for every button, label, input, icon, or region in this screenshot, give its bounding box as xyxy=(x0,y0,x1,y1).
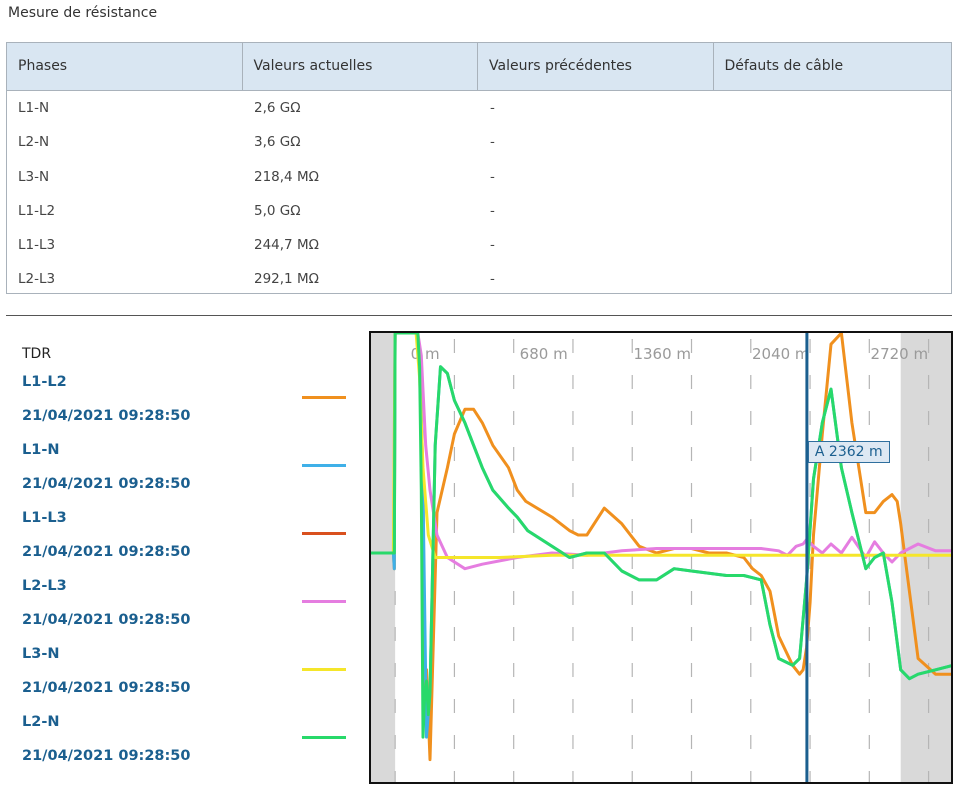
tdr-title: TDR xyxy=(22,346,52,362)
cell-phase: L2-N xyxy=(18,134,50,151)
table-row[interactable]: L1-N 2,6 GΩ - xyxy=(7,91,951,125)
cell-current-value: 2,6 GΩ xyxy=(254,100,301,116)
legend-item[interactable]: L1-L3 21/04/2021 09:28:50 xyxy=(22,510,352,578)
x-tick-label: 0 m xyxy=(411,345,440,363)
header-phases[interactable]: Phases xyxy=(7,43,243,90)
cell-cable-faults xyxy=(715,91,951,125)
table-row[interactable]: L1-L2 5,0 GΩ - xyxy=(7,194,951,228)
cell-previous-value: - xyxy=(490,202,495,219)
cell-current-value: 244,7 MΩ xyxy=(254,237,319,254)
cell-cable-faults xyxy=(715,125,951,159)
legend-series-name: L2-N xyxy=(22,714,60,730)
legend-color-swatch xyxy=(302,736,346,739)
cell-phase: L2-L3 xyxy=(18,271,56,288)
table-row[interactable]: L3-N 218,4 MΩ - xyxy=(7,160,951,194)
x-tick-label: 2040 m xyxy=(752,345,810,363)
legend-item[interactable]: L2-N 21/04/2021 09:28:50 xyxy=(22,714,352,782)
cell-current-value: 5,0 GΩ xyxy=(254,202,301,219)
legend-series-date: 21/04/2021 09:28:50 xyxy=(22,680,191,696)
legend-series-name: L3-N xyxy=(22,646,60,662)
cell-cable-faults xyxy=(715,228,951,262)
legend-series-name: L1-N xyxy=(22,442,60,458)
shaded-region xyxy=(900,331,953,784)
divider xyxy=(6,315,952,316)
legend-color-swatch xyxy=(302,396,346,399)
shaded-region xyxy=(369,331,396,784)
tdr-chart-svg[interactable]: 0 m 680 m 1360 m 2040 m 2720 m xyxy=(369,331,953,784)
cell-current-value: 3,6 GΩ xyxy=(254,134,301,151)
cell-previous-value: - xyxy=(490,100,495,116)
table-header: Phases Valeurs actuelles Valeurs précéde… xyxy=(7,43,951,91)
legend-series-name: L1-L3 xyxy=(22,510,67,526)
legend-item[interactable]: L3-N 21/04/2021 09:28:50 xyxy=(22,646,352,714)
cell-cable-faults xyxy=(715,194,951,228)
x-tick-label: 680 m xyxy=(520,345,568,363)
x-tick-label: 2720 m xyxy=(871,345,929,363)
legend-series-date: 21/04/2021 09:28:50 xyxy=(22,476,191,492)
cell-previous-value: - xyxy=(490,237,495,254)
legend-color-swatch xyxy=(302,532,346,535)
header-current-values[interactable]: Valeurs actuelles xyxy=(243,43,478,90)
legend-color-swatch xyxy=(302,464,346,467)
legend-series-date: 21/04/2021 09:28:50 xyxy=(22,408,191,424)
cell-phase: L1-L2 xyxy=(18,202,56,219)
legend-item[interactable]: L2-L3 21/04/2021 09:28:50 xyxy=(22,578,352,646)
cell-previous-value: - xyxy=(490,134,495,151)
legend-color-swatch xyxy=(302,600,346,603)
table-row[interactable]: L2-L3 292,1 MΩ - xyxy=(7,262,951,296)
legend-series-date: 21/04/2021 09:28:50 xyxy=(22,612,191,628)
cursor-label[interactable]: A 2362 m xyxy=(807,441,890,463)
cell-phase: L1-N xyxy=(18,100,50,116)
tdr-legend: TDR L1-L2 21/04/2021 09:28:50 L1-N 21/04… xyxy=(0,330,365,790)
resistance-table: Phases Valeurs actuelles Valeurs précéde… xyxy=(6,42,952,294)
legend-series-date: 21/04/2021 09:28:50 xyxy=(22,544,191,560)
cell-cable-faults xyxy=(715,262,951,296)
header-cable-faults[interactable]: Défauts de câble xyxy=(714,43,952,90)
legend-item[interactable]: L1-N 21/04/2021 09:28:50 xyxy=(22,442,352,510)
table-row[interactable]: L2-N 3,6 GΩ - xyxy=(7,125,951,159)
legend-color-swatch xyxy=(302,668,346,671)
section-title: Mesure de résistance xyxy=(8,5,158,21)
legend-series-name: L1-L2 xyxy=(22,374,67,390)
cell-cable-faults xyxy=(715,160,951,194)
table-row[interactable]: L1-L3 244,7 MΩ - xyxy=(7,228,951,262)
cell-previous-value: - xyxy=(490,168,495,185)
cell-current-value: 292,1 MΩ xyxy=(254,271,319,288)
tdr-chart[interactable]: 0 m 680 m 1360 m 2040 m 2720 m A 2362 m xyxy=(369,331,953,784)
legend-series-name: L2-L3 xyxy=(22,578,67,594)
header-previous-values[interactable]: Valeurs précédentes xyxy=(478,43,714,90)
legend-item[interactable]: L1-L2 21/04/2021 09:28:50 xyxy=(22,374,352,442)
cell-phase: L3-N xyxy=(18,168,50,185)
cell-current-value: 218,4 MΩ xyxy=(254,168,319,185)
legend-series-date: 21/04/2021 09:28:50 xyxy=(22,748,191,764)
cell-phase: L1-L3 xyxy=(18,237,56,254)
cell-previous-value: - xyxy=(490,271,495,288)
x-tick-label: 1360 m xyxy=(633,345,691,363)
